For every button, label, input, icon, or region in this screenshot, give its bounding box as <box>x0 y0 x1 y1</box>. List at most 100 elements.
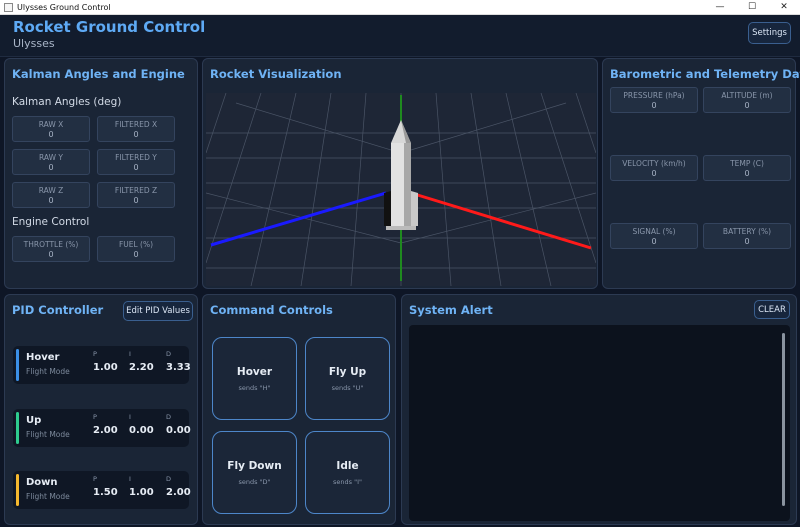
stat-label: FILTERED X <box>114 120 158 129</box>
mode-name: Down <box>26 477 58 488</box>
minimize-icon[interactable]: — <box>704 2 736 12</box>
stat-value: 0 <box>651 237 657 246</box>
hover-command-button[interactable]: Hover sends "H" <box>212 337 297 420</box>
p-value: 1.50 <box>93 487 118 498</box>
i-label: I <box>129 413 131 421</box>
stat-label: FILTERED Z <box>114 186 158 195</box>
close-icon[interactable]: ✕ <box>768 2 800 12</box>
rocket-model <box>384 120 418 230</box>
rocket-3d-view[interactable] <box>206 93 596 286</box>
d-value: 3.33 <box>166 362 191 373</box>
panel-title: Command Controls <box>210 303 333 317</box>
p-label: P <box>93 475 97 483</box>
raw-x-stat: RAW X0 <box>12 116 90 142</box>
panel-title: PID Controller <box>12 303 104 317</box>
stat-value: 0 <box>48 130 54 139</box>
pressure-stat: PRESSURE (hPa) 0 <box>610 87 698 113</box>
stat-value: 0 <box>744 169 750 178</box>
i-value: 1.00 <box>129 487 154 498</box>
idle-command-button[interactable]: Idle sends "I" <box>305 431 390 514</box>
d-label: D <box>166 475 172 483</box>
command-name: Fly Down <box>227 460 282 472</box>
window-titlebar: Ulysses Ground Control — ☐ ✕ <box>0 0 800 15</box>
app-subtitle: Ulysses <box>13 37 55 50</box>
command-name: Fly Up <box>328 366 367 378</box>
command-code: sends "D" <box>238 478 271 486</box>
stat-value: 0 <box>133 250 139 259</box>
settings-button[interactable]: Settings <box>748 22 791 44</box>
stat-label: ALTITUDE (m) <box>721 91 773 100</box>
fuel-stat: FUEL (%) 0 <box>97 236 175 262</box>
stat-label: THROTTLE (%) <box>23 240 79 249</box>
system-alert-panel: System Alert CLEAR <box>401 294 797 525</box>
p-label: P <box>93 350 97 358</box>
alert-scrollbar[interactable] <box>782 333 785 506</box>
fly-down-command-button[interactable]: Fly Down sends "D" <box>212 431 297 514</box>
i-label: I <box>129 475 131 483</box>
stat-value: 0 <box>651 101 657 110</box>
mode-name: Up <box>26 415 42 426</box>
stat-label: FUEL (%) <box>118 240 154 249</box>
p-label: P <box>93 413 97 421</box>
command-code: sends "H" <box>238 384 271 392</box>
clear-button[interactable]: CLEAR <box>754 300 790 319</box>
throttle-stat: THROTTLE (%) 0 <box>12 236 90 262</box>
velocity-stat: VELOCITY (km/h) 0 <box>610 155 698 181</box>
panel-title: Rocket Visualization <box>210 67 342 81</box>
app-header: Rocket Ground Control Ulysses Settings <box>0 15 800 57</box>
filtered-x-stat: FILTERED X0 <box>97 116 175 142</box>
rocket-3d-canvas <box>206 93 596 286</box>
stat-label: FILTERED Y <box>115 153 157 162</box>
filtered-z-stat: FILTERED Z0 <box>97 182 175 208</box>
mode-subtitle: Flight Mode <box>26 367 70 376</box>
d-label: D <box>166 350 172 358</box>
stat-label: PRESSURE (hPa) <box>623 91 685 100</box>
pid-controller-panel: PID Controller Edit PID Values Hover Fli… <box>4 294 198 525</box>
command-controls-panel: Command Controls Hover sends "H" Fly Up … <box>202 294 396 525</box>
i-value: 2.20 <box>129 362 154 373</box>
mode-color-bar <box>16 412 19 444</box>
d-value: 2.00 <box>166 487 191 498</box>
rocket-visualization-panel: Rocket Visualization <box>202 58 598 289</box>
telemetry-panel: Barometric and Telemetry Data PRESSURE (… <box>602 58 800 289</box>
mode-name: Hover <box>26 352 60 363</box>
temp-stat: TEMP (C) 0 <box>703 155 791 181</box>
i-label: I <box>129 350 131 358</box>
alert-log <box>409 325 790 521</box>
stat-label: TEMP (C) <box>730 159 764 168</box>
d-label: D <box>166 413 172 421</box>
stat-value: 0 <box>744 101 750 110</box>
command-name: Hover <box>236 366 273 378</box>
kalman-angles-heading: Kalman Angles (deg) <box>12 96 122 108</box>
stat-value: 0 <box>133 196 139 205</box>
p-value: 1.00 <box>93 362 118 373</box>
stat-value: 0 <box>133 163 139 172</box>
stat-label: SIGNAL (%) <box>632 227 676 236</box>
app-root: Rocket Ground Control Ulysses Settings K… <box>0 15 800 527</box>
command-code: sends "I" <box>333 478 362 486</box>
fly-up-command-button[interactable]: Fly Up sends "U" <box>305 337 390 420</box>
maximize-icon[interactable]: ☐ <box>736 2 768 12</box>
mode-subtitle: Flight Mode <box>26 492 70 501</box>
i-value: 0.00 <box>129 425 154 436</box>
battery-stat: BATTERY (%) 0 <box>703 223 791 249</box>
app-title: Rocket Ground Control <box>13 18 206 36</box>
d-value: 0.00 <box>166 425 191 436</box>
pid-mode-up: Up Flight Mode P I D 2.00 0.00 0.00 <box>13 409 191 447</box>
stat-label: RAW Z <box>38 186 64 195</box>
stat-label: RAW X <box>38 120 64 129</box>
panel-title: Barometric and Telemetry Data <box>610 67 800 81</box>
command-code: sends "U" <box>331 384 364 392</box>
stat-value: 0 <box>48 250 54 259</box>
kalman-engine-panel: Kalman Angles and Engine Kalman Angles (… <box>4 58 198 289</box>
stat-value: 0 <box>133 130 139 139</box>
edit-pid-button[interactable]: Edit PID Values <box>123 301 193 321</box>
command-name: Idle <box>336 460 359 472</box>
stat-value: 0 <box>48 196 54 205</box>
mode-color-bar <box>16 349 19 381</box>
raw-z-stat: RAW Z0 <box>12 182 90 208</box>
altitude-stat: ALTITUDE (m) 0 <box>703 87 791 113</box>
p-value: 2.00 <box>93 425 118 436</box>
pid-mode-hover: Hover Flight Mode P I D 1.00 2.20 3.33 <box>13 346 191 384</box>
stat-value: 0 <box>48 163 54 172</box>
